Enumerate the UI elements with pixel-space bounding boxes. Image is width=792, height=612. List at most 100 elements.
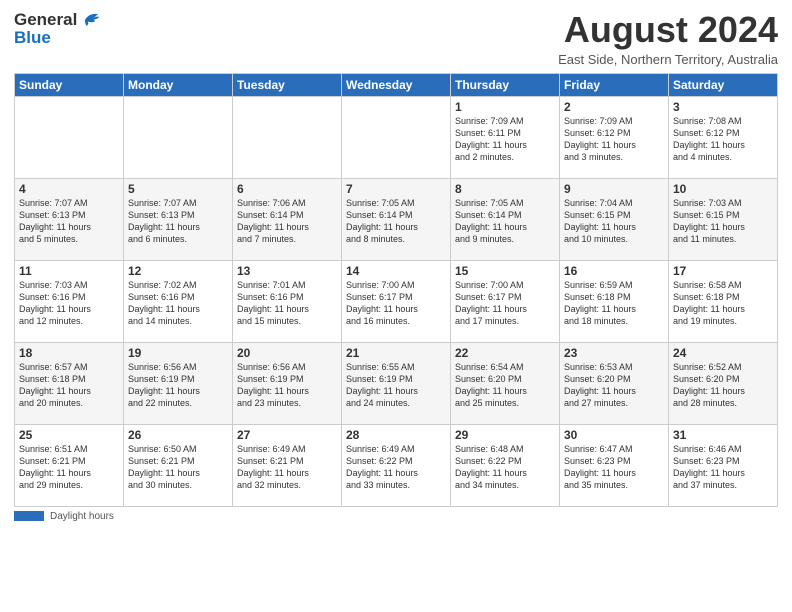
calendar-cell xyxy=(15,96,124,178)
calendar-cell: 23Sunrise: 6:53 AM Sunset: 6:20 PM Dayli… xyxy=(560,342,669,424)
calendar-week-row: 1Sunrise: 7:09 AM Sunset: 6:11 PM Daylig… xyxy=(15,96,778,178)
day-number: 2 xyxy=(564,100,664,114)
day-number: 4 xyxy=(19,182,119,196)
day-info: Sunrise: 7:00 AM Sunset: 6:17 PM Dayligh… xyxy=(455,279,555,328)
calendar-cell: 11Sunrise: 7:03 AM Sunset: 6:16 PM Dayli… xyxy=(15,260,124,342)
day-number: 26 xyxy=(128,428,228,442)
day-number: 20 xyxy=(237,346,337,360)
day-info: Sunrise: 7:09 AM Sunset: 6:11 PM Dayligh… xyxy=(455,115,555,164)
calendar-cell: 3Sunrise: 7:08 AM Sunset: 6:12 PM Daylig… xyxy=(669,96,778,178)
calendar-cell: 14Sunrise: 7:00 AM Sunset: 6:17 PM Dayli… xyxy=(342,260,451,342)
day-info: Sunrise: 7:05 AM Sunset: 6:14 PM Dayligh… xyxy=(455,197,555,246)
day-number: 5 xyxy=(128,182,228,196)
calendar-week-row: 25Sunrise: 6:51 AM Sunset: 6:21 PM Dayli… xyxy=(15,424,778,506)
day-number: 13 xyxy=(237,264,337,278)
day-info: Sunrise: 7:08 AM Sunset: 6:12 PM Dayligh… xyxy=(673,115,773,164)
footer-note: Daylight hours xyxy=(14,511,778,522)
month-title: August 2024 xyxy=(558,10,778,50)
calendar-cell: 1Sunrise: 7:09 AM Sunset: 6:11 PM Daylig… xyxy=(451,96,560,178)
day-number: 27 xyxy=(237,428,337,442)
day-number: 6 xyxy=(237,182,337,196)
day-info: Sunrise: 6:57 AM Sunset: 6:18 PM Dayligh… xyxy=(19,361,119,410)
day-info: Sunrise: 7:06 AM Sunset: 6:14 PM Dayligh… xyxy=(237,197,337,246)
calendar-week-row: 11Sunrise: 7:03 AM Sunset: 6:16 PM Dayli… xyxy=(15,260,778,342)
calendar-cell: 28Sunrise: 6:49 AM Sunset: 6:22 PM Dayli… xyxy=(342,424,451,506)
weekday-header-friday: Friday xyxy=(560,73,669,96)
calendar-week-row: 4Sunrise: 7:07 AM Sunset: 6:13 PM Daylig… xyxy=(15,178,778,260)
day-info: Sunrise: 6:46 AM Sunset: 6:23 PM Dayligh… xyxy=(673,443,773,492)
day-number: 16 xyxy=(564,264,664,278)
daylight-bar-icon xyxy=(14,511,44,521)
calendar-cell xyxy=(342,96,451,178)
calendar-cell: 10Sunrise: 7:03 AM Sunset: 6:15 PM Dayli… xyxy=(669,178,778,260)
day-number: 3 xyxy=(673,100,773,114)
day-info: Sunrise: 6:47 AM Sunset: 6:23 PM Dayligh… xyxy=(564,443,664,492)
day-number: 28 xyxy=(346,428,446,442)
calendar-cell: 6Sunrise: 7:06 AM Sunset: 6:14 PM Daylig… xyxy=(233,178,342,260)
calendar-cell: 16Sunrise: 6:59 AM Sunset: 6:18 PM Dayli… xyxy=(560,260,669,342)
day-info: Sunrise: 6:58 AM Sunset: 6:18 PM Dayligh… xyxy=(673,279,773,328)
day-number: 11 xyxy=(19,264,119,278)
day-number: 29 xyxy=(455,428,555,442)
calendar-cell: 29Sunrise: 6:48 AM Sunset: 6:22 PM Dayli… xyxy=(451,424,560,506)
day-number: 9 xyxy=(564,182,664,196)
day-number: 8 xyxy=(455,182,555,196)
day-info: Sunrise: 6:50 AM Sunset: 6:21 PM Dayligh… xyxy=(128,443,228,492)
location-subtitle: East Side, Northern Territory, Australia xyxy=(558,52,778,67)
day-number: 10 xyxy=(673,182,773,196)
day-number: 23 xyxy=(564,346,664,360)
weekday-header-thursday: Thursday xyxy=(451,73,560,96)
weekday-header-monday: Monday xyxy=(124,73,233,96)
title-block: August 2024 East Side, Northern Territor… xyxy=(558,10,778,67)
day-info: Sunrise: 6:48 AM Sunset: 6:22 PM Dayligh… xyxy=(455,443,555,492)
calendar-cell: 15Sunrise: 7:00 AM Sunset: 6:17 PM Dayli… xyxy=(451,260,560,342)
calendar-cell: 4Sunrise: 7:07 AM Sunset: 6:13 PM Daylig… xyxy=(15,178,124,260)
calendar-cell: 9Sunrise: 7:04 AM Sunset: 6:15 PM Daylig… xyxy=(560,178,669,260)
day-info: Sunrise: 7:07 AM Sunset: 6:13 PM Dayligh… xyxy=(19,197,119,246)
calendar-cell: 8Sunrise: 7:05 AM Sunset: 6:14 PM Daylig… xyxy=(451,178,560,260)
day-number: 12 xyxy=(128,264,228,278)
logo: General Blue xyxy=(14,10,101,48)
day-number: 1 xyxy=(455,100,555,114)
day-info: Sunrise: 6:49 AM Sunset: 6:21 PM Dayligh… xyxy=(237,443,337,492)
calendar-cell: 12Sunrise: 7:02 AM Sunset: 6:16 PM Dayli… xyxy=(124,260,233,342)
logo-blue-text: Blue xyxy=(14,28,101,48)
weekday-header-saturday: Saturday xyxy=(669,73,778,96)
day-info: Sunrise: 6:53 AM Sunset: 6:20 PM Dayligh… xyxy=(564,361,664,410)
logo-bird-icon xyxy=(79,10,101,30)
day-number: 30 xyxy=(564,428,664,442)
day-info: Sunrise: 6:59 AM Sunset: 6:18 PM Dayligh… xyxy=(564,279,664,328)
weekday-header-sunday: Sunday xyxy=(15,73,124,96)
calendar-week-row: 18Sunrise: 6:57 AM Sunset: 6:18 PM Dayli… xyxy=(15,342,778,424)
day-info: Sunrise: 6:49 AM Sunset: 6:22 PM Dayligh… xyxy=(346,443,446,492)
day-info: Sunrise: 6:52 AM Sunset: 6:20 PM Dayligh… xyxy=(673,361,773,410)
weekday-header-row: SundayMondayTuesdayWednesdayThursdayFrid… xyxy=(15,73,778,96)
day-info: Sunrise: 7:02 AM Sunset: 6:16 PM Dayligh… xyxy=(128,279,228,328)
day-number: 21 xyxy=(346,346,446,360)
day-number: 24 xyxy=(673,346,773,360)
weekday-header-wednesday: Wednesday xyxy=(342,73,451,96)
calendar-cell: 24Sunrise: 6:52 AM Sunset: 6:20 PM Dayli… xyxy=(669,342,778,424)
calendar-cell xyxy=(124,96,233,178)
day-info: Sunrise: 7:03 AM Sunset: 6:16 PM Dayligh… xyxy=(19,279,119,328)
day-info: Sunrise: 7:04 AM Sunset: 6:15 PM Dayligh… xyxy=(564,197,664,246)
calendar-cell: 31Sunrise: 6:46 AM Sunset: 6:23 PM Dayli… xyxy=(669,424,778,506)
day-number: 22 xyxy=(455,346,555,360)
day-number: 19 xyxy=(128,346,228,360)
day-info: Sunrise: 7:03 AM Sunset: 6:15 PM Dayligh… xyxy=(673,197,773,246)
day-number: 15 xyxy=(455,264,555,278)
calendar-cell: 20Sunrise: 6:56 AM Sunset: 6:19 PM Dayli… xyxy=(233,342,342,424)
day-info: Sunrise: 7:07 AM Sunset: 6:13 PM Dayligh… xyxy=(128,197,228,246)
weekday-header-tuesday: Tuesday xyxy=(233,73,342,96)
day-number: 14 xyxy=(346,264,446,278)
day-info: Sunrise: 6:54 AM Sunset: 6:20 PM Dayligh… xyxy=(455,361,555,410)
day-info: Sunrise: 6:56 AM Sunset: 6:19 PM Dayligh… xyxy=(128,361,228,410)
calendar-cell: 5Sunrise: 7:07 AM Sunset: 6:13 PM Daylig… xyxy=(124,178,233,260)
day-info: Sunrise: 6:55 AM Sunset: 6:19 PM Dayligh… xyxy=(346,361,446,410)
day-info: Sunrise: 7:09 AM Sunset: 6:12 PM Dayligh… xyxy=(564,115,664,164)
day-number: 7 xyxy=(346,182,446,196)
day-number: 31 xyxy=(673,428,773,442)
day-number: 18 xyxy=(19,346,119,360)
day-number: 17 xyxy=(673,264,773,278)
daylight-label: Daylight hours xyxy=(50,511,114,522)
